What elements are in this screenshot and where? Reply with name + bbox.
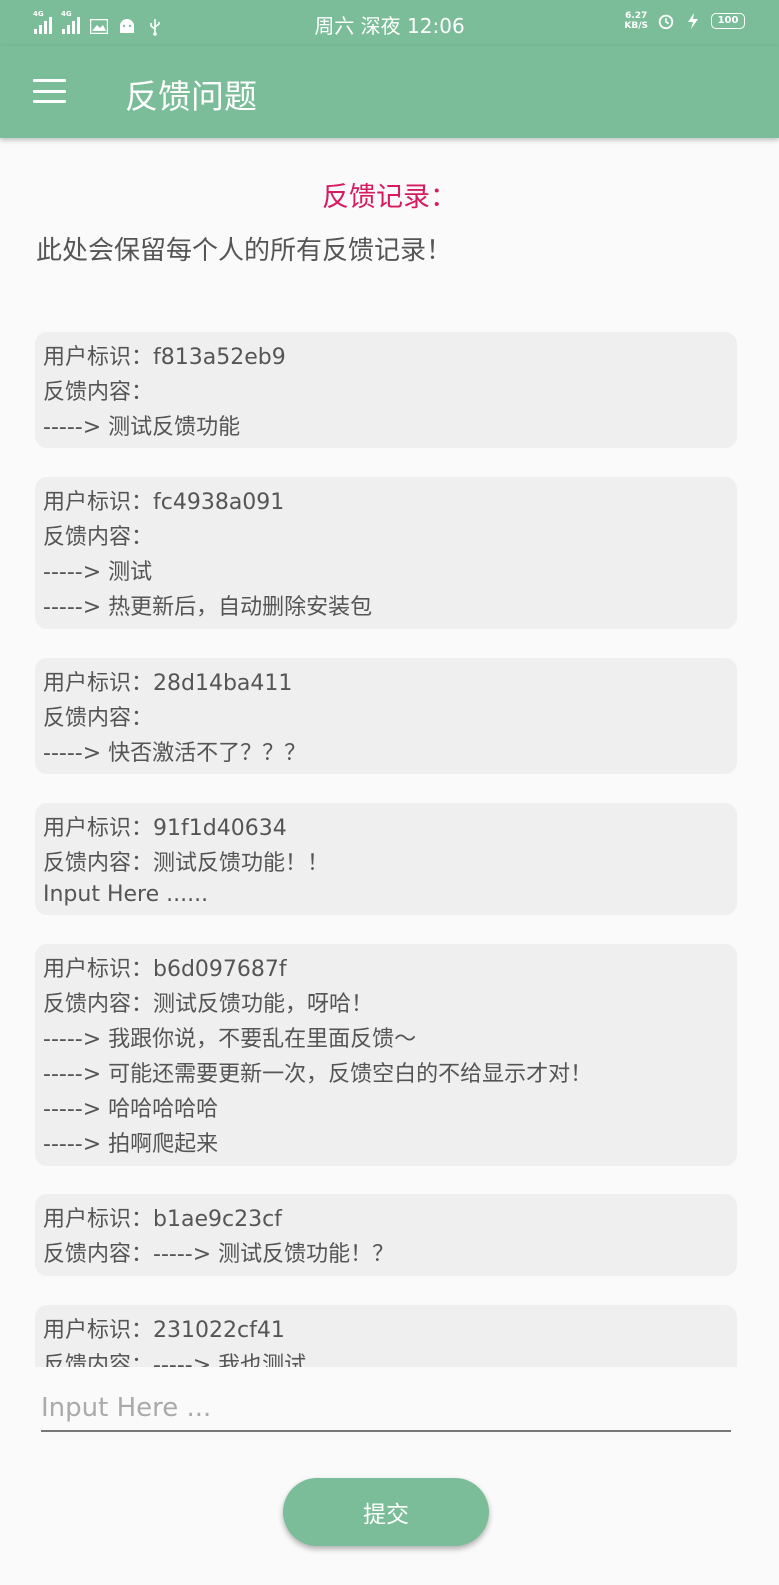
feedback-entry-line: -----> 测试反馈功能 [43,415,241,440]
records-description: 此处会保留每个人的所有反馈记录！ [36,236,453,266]
feedback-card: 用户标识：b6d097687f 反馈内容：测试反馈功能，呀哈！ -----> 我… [35,944,737,1166]
network-speed-unit: KB/S [624,21,648,31]
app-bar: 反馈问题 [0,46,779,138]
feedback-content-line: 反馈内容：-----> 我也测试 [43,1353,307,1367]
records-heading: 反馈记录： [322,182,457,213]
feedback-entry-line: -----> 拍啊爬起来 [43,1132,219,1157]
feedback-card: 用户标识：b1ae9c23cf 反馈内容：-----> 测试反馈功能！？ [35,1194,737,1276]
alarm-icon [657,14,675,30]
feedback-content-line: 反馈内容： [43,706,154,731]
feedback-entry-line: -----> 快否激活不了？？？ [43,741,307,766]
status-bar: 4G 4G 周六 深夜 12:06 6.27 KB/S 100 [0,0,779,46]
network-speed-value: 6.27 [625,11,648,21]
user-id-line: 用户标识：231022cf41 [43,1318,285,1343]
feedback-card: 用户标识：f813a52eb9 反馈内容： -----> 测试反馈功能 [35,332,737,448]
feedback-card: 用户标识：231022cf41 反馈内容：-----> 我也测试 [35,1305,737,1367]
feedback-input-wrapper [41,1388,731,1432]
user-id-line: 用户标识：b6d097687f [43,957,287,982]
feedback-card: 用户标识：28d14ba411 反馈内容： -----> 快否激活不了？？？ [35,658,737,774]
submit-button[interactable]: 提交 [283,1478,489,1546]
feedback-entry-line: Input Here ...... [43,882,209,907]
feedback-content-line: 反馈内容：测试反馈功能，呀哈！ [43,992,374,1017]
network-speed: 6.27 KB/S [624,11,648,31]
feedback-card: 用户标识：91f1d40634 反馈内容：测试反馈功能！！ Input Here… [35,803,737,915]
feedback-entry-line: -----> 哈哈哈哈哈 [43,1097,219,1122]
feedback-entry-line: -----> 测试 [43,560,153,585]
feedback-input[interactable] [41,1388,731,1428]
user-id-line: 用户标识：fc4938a091 [43,490,285,515]
page-title: 反馈问题 [125,77,257,116]
user-id-line: 用户标识：b1ae9c23cf [43,1207,282,1232]
feedback-entry-line: -----> 我跟你说，不要乱在里面反馈～ [43,1027,417,1052]
battery-icon: 100 [711,13,745,29]
feedback-list[interactable]: 用户标识：f813a52eb9 反馈内容： -----> 测试反馈功能 用户标识… [0,300,779,1367]
feedback-content-line: 反馈内容：-----> 测试反馈功能！？ [43,1242,395,1267]
feedback-entry-line: -----> 热更新后，自动删除安装包 [43,595,373,620]
user-id-line: 用户标识：91f1d40634 [43,816,287,841]
user-id-line: 用户标识：28d14ba411 [43,671,293,696]
feedback-card: 用户标识：fc4938a091 反馈内容： -----> 测试 -----> 热… [35,477,737,629]
feedback-content-line: 反馈内容： [43,525,154,550]
feedback-content-line: 反馈内容：测试反馈功能！！ [43,851,330,876]
menu-icon[interactable] [33,79,66,103]
feedback-entry-line: -----> 可能还需要更新一次，反馈空白的不给显示才对！ [43,1062,593,1087]
user-id-line: 用户标识：f813a52eb9 [43,345,286,370]
feedback-content-line: 反馈内容： [43,380,154,405]
charging-icon [684,13,702,29]
status-icons-right: 6.27 KB/S 100 [624,11,745,31]
